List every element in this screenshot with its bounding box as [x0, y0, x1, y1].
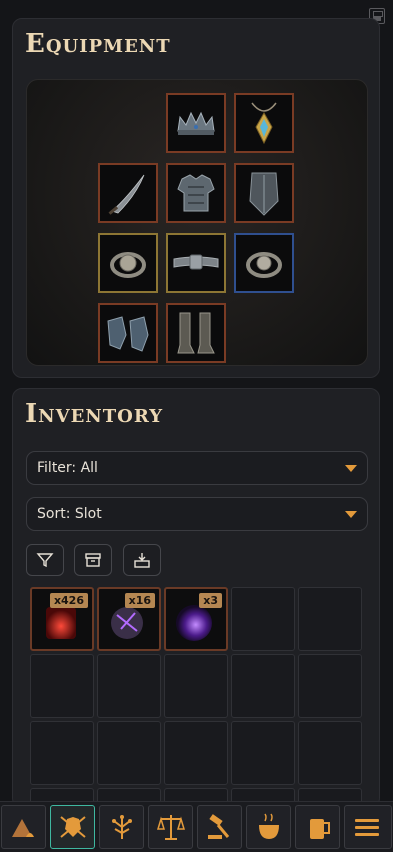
- helmet-slot[interactable]: [166, 93, 226, 153]
- skill-tree-icon: [112, 815, 132, 839]
- filter-dropdown-label: Filter: All: [37, 460, 98, 476]
- inventory-slot-empty[interactable]: [30, 654, 94, 718]
- equipment-title: Equipment: [25, 29, 171, 59]
- item-count-badge: x3: [199, 593, 222, 608]
- inventory-slot-empty[interactable]: [231, 654, 295, 718]
- shield-slot[interactable]: [234, 163, 294, 223]
- archive-button[interactable]: [74, 544, 112, 576]
- equipment-panel: Equipment: [12, 18, 380, 378]
- belt-icon: [173, 254, 219, 270]
- nav-crafting[interactable]: [197, 805, 242, 849]
- sort-dropdown-label: Sort: Slot: [37, 506, 102, 522]
- inventory-slot-empty[interactable]: [30, 721, 94, 785]
- inventory-slot-empty[interactable]: [231, 721, 295, 785]
- nav-cauldron[interactable]: [246, 805, 291, 849]
- filter-icon: [36, 553, 54, 568]
- shield-icon: [249, 172, 279, 216]
- crown-icon: [177, 111, 215, 135]
- inventory-slot[interactable]: x16: [97, 587, 161, 651]
- menu-icon: [355, 819, 379, 836]
- inventory-slot-empty[interactable]: [164, 654, 228, 718]
- inventory-slot[interactable]: x3: [164, 587, 228, 651]
- nav-menu[interactable]: [344, 805, 392, 849]
- inventory-slot-empty[interactable]: [298, 654, 362, 718]
- ring-right-slot[interactable]: [234, 233, 294, 293]
- inventory-slot[interactable]: x426: [30, 587, 94, 651]
- amulet-slot[interactable]: [234, 93, 294, 153]
- ring-icon: [110, 252, 146, 278]
- unequip-button[interactable]: [123, 544, 161, 576]
- inventory-title: Inventory: [25, 399, 164, 429]
- chevron-down-icon: [345, 465, 357, 472]
- balance-icon: [156, 815, 186, 840]
- nav-camp[interactable]: [1, 805, 46, 849]
- belt-slot[interactable]: [166, 233, 226, 293]
- amulet-icon: [251, 102, 277, 145]
- cauldron-icon: [259, 813, 279, 839]
- unequip-icon: [134, 553, 150, 568]
- filter-dropdown[interactable]: Filter: All: [26, 451, 368, 485]
- inventory-slot-empty[interactable]: [97, 721, 161, 785]
- gloves-slot[interactable]: [98, 303, 158, 363]
- inventory-slot-empty[interactable]: [298, 721, 362, 785]
- nav-balance[interactable]: [148, 805, 193, 849]
- inventory-panel: Inventory Filter: All Sort: Slot x426 x1…: [12, 388, 380, 852]
- chevron-down-icon: [345, 511, 357, 518]
- weapon-slot[interactable]: [98, 163, 158, 223]
- sort-dropdown[interactable]: Sort: Slot: [26, 497, 368, 531]
- inventory-slot-empty[interactable]: [164, 721, 228, 785]
- equipment-paperdoll: [26, 79, 368, 366]
- archive-icon: [85, 553, 101, 567]
- crafting-icon: [208, 814, 230, 839]
- nav-tavern[interactable]: [295, 805, 340, 849]
- boots-slot[interactable]: [166, 303, 226, 363]
- item-count-badge: x16: [124, 593, 155, 608]
- bottom-nav: [0, 801, 393, 852]
- camp-icon: [12, 819, 34, 837]
- curved-sword-icon: [108, 174, 145, 215]
- gauntlets-icon: [107, 316, 149, 352]
- inventory-slot-empty[interactable]: [97, 654, 161, 718]
- boots-icon: [177, 312, 215, 354]
- tavern-icon: [310, 819, 330, 839]
- inventory-slot-empty[interactable]: [231, 587, 295, 651]
- equipment-icon: [60, 816, 86, 838]
- ring-icon: [246, 252, 282, 278]
- ring-left-slot[interactable]: [98, 233, 158, 293]
- nav-skill-tree[interactable]: [99, 805, 144, 849]
- item-count-badge: x426: [49, 593, 88, 608]
- chest-armor-icon: [177, 174, 215, 212]
- inventory-slot-empty[interactable]: [298, 587, 362, 651]
- filter-button[interactable]: [26, 544, 64, 576]
- body-armor-slot[interactable]: [166, 163, 226, 223]
- nav-equipment[interactable]: [50, 805, 95, 849]
